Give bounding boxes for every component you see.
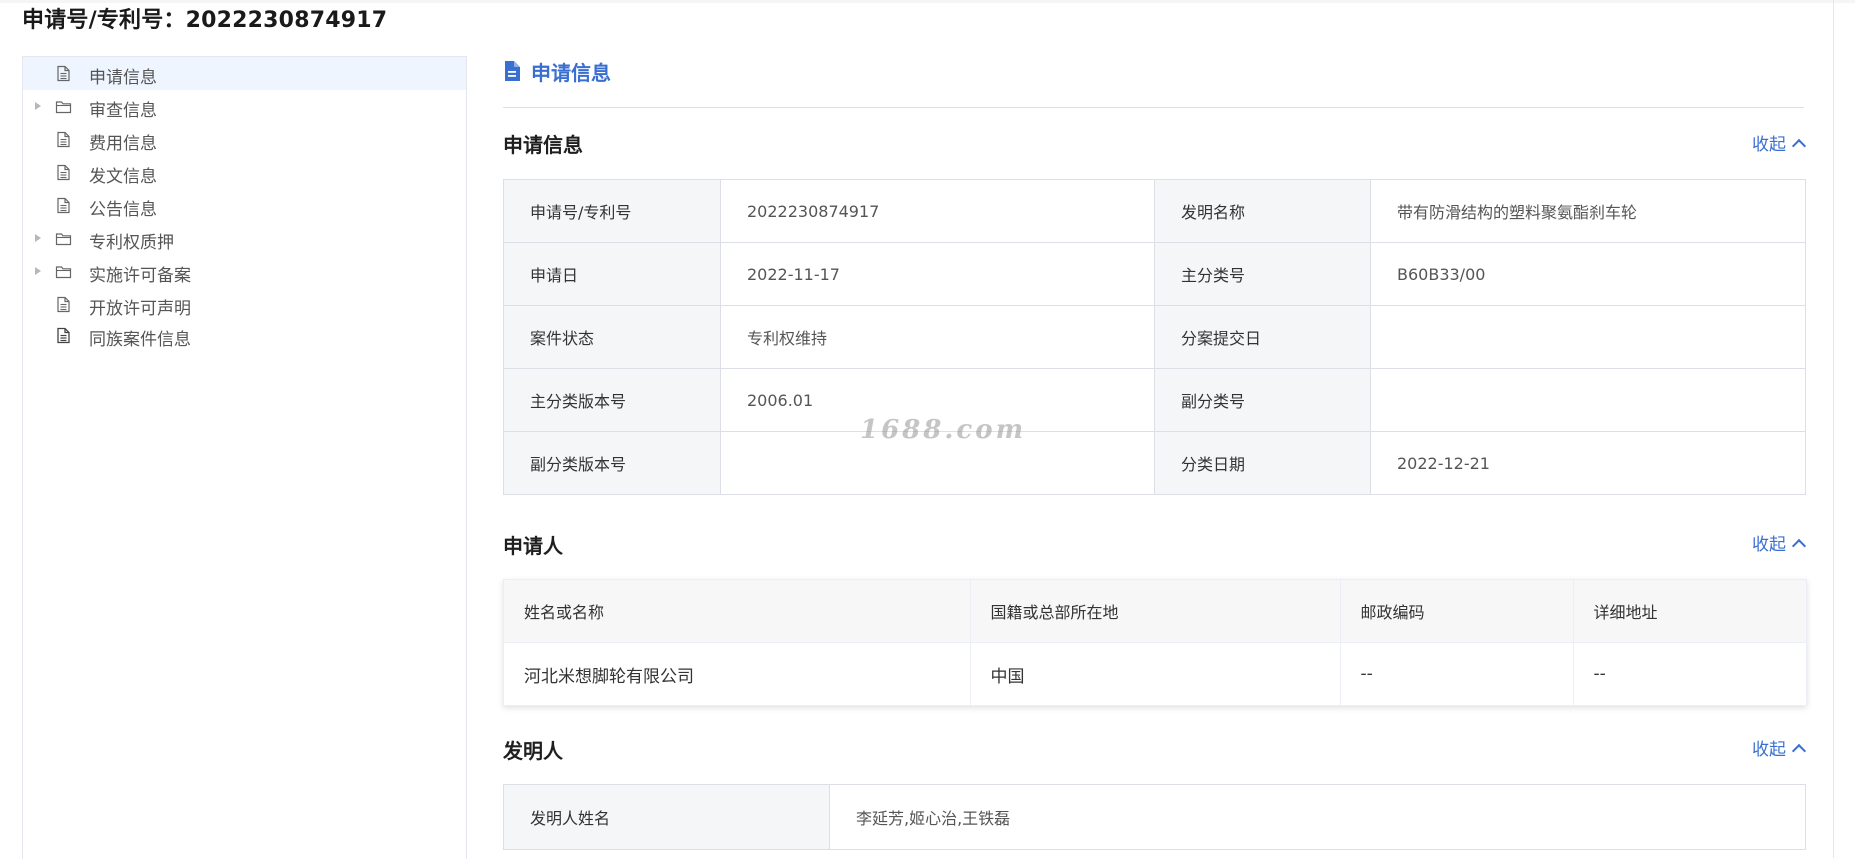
sidebar-item-label: 专利权质押 — [89, 233, 174, 253]
collapse-button-application[interactable]: 收起 — [1752, 130, 1807, 155]
right-divider — [1833, 0, 1834, 858]
field-label: 发明名称 — [1154, 179, 1371, 243]
field-value: 带有防滑结构的塑料聚氨酯刹车轮 — [1370, 179, 1806, 243]
sidebar-item-label: 实施许可备案 — [89, 266, 191, 286]
table-cell: -- — [1340, 642, 1574, 705]
sidebar-item-label: 申请信息 — [89, 68, 157, 88]
section-title-application: 申请信息 — [503, 133, 583, 157]
sidebar-item-open-license[interactable]: 开放许可声明 — [23, 288, 466, 321]
folder-icon — [55, 98, 72, 115]
field-value: B60B33/00 — [1370, 242, 1806, 306]
page-title: 申请号/专利号：2022230874917 — [22, 8, 388, 33]
watermark: 1688.com — [860, 415, 1027, 445]
collapse-button-inventor[interactable]: 收起 — [1752, 735, 1807, 760]
sidebar-item-application-info[interactable]: 申请信息 — [23, 57, 466, 90]
table-row: 发明人姓名 李延芳,姬心治,王铁磊 — [503, 784, 1806, 850]
section-title-applicant: 申请人 — [503, 534, 563, 558]
sidebar-item-announcement-info[interactable]: 公告信息 — [23, 189, 466, 222]
document-icon — [55, 164, 72, 181]
inventor-table: 发明人姓名 李延芳,姬心治,王铁磊 — [503, 784, 1806, 850]
application-info-table: 申请号/专利号 2022230874917 发明名称 带有防滑结构的塑料聚氨酯刹… — [503, 179, 1806, 495]
field-label: 副分类版本号 — [503, 431, 721, 495]
document-icon — [55, 65, 72, 82]
field-value: 李延芳,姬心治,王铁磊 — [829, 784, 1806, 850]
document-icon — [55, 296, 72, 313]
main-header-label: 申请信息 — [531, 60, 611, 85]
sidebar-item-examination-info[interactable]: 审查信息 — [23, 90, 466, 123]
field-value: 2022-12-21 — [1370, 431, 1806, 495]
chevron-up-icon — [1791, 743, 1807, 758]
column-header: 详细地址 — [1573, 580, 1806, 643]
document-icon — [55, 327, 72, 344]
main-header: 申请信息 — [503, 56, 611, 86]
field-label: 主分类版本号 — [503, 368, 721, 432]
table-row: 河北米想脚轮有限公司 中国 -- -- — [504, 642, 1806, 705]
field-label: 副分类号 — [1154, 368, 1371, 432]
sidebar-item-label: 同族案件信息 — [89, 330, 191, 350]
expand-caret-icon[interactable] — [35, 267, 41, 275]
section-title-inventor: 发明人 — [503, 739, 563, 763]
sidebar-item-label: 开放许可声明 — [89, 299, 191, 319]
field-label: 分案提交日 — [1154, 305, 1371, 369]
document-filled-icon — [503, 60, 521, 82]
document-icon — [55, 197, 72, 214]
document-icon — [55, 131, 72, 148]
collapse-label: 收起 — [1752, 535, 1786, 555]
table-row: 副分类版本号 分类日期 2022-12-21 — [503, 431, 1806, 495]
field-value — [1370, 305, 1806, 369]
sidebar-item-license-filing[interactable]: 实施许可备案 — [23, 255, 466, 288]
collapse-button-applicant[interactable]: 收起 — [1752, 530, 1807, 555]
field-value — [1370, 368, 1806, 432]
table-row: 申请号/专利号 2022230874917 发明名称 带有防滑结构的塑料聚氨酯刹… — [503, 179, 1806, 243]
column-header: 姓名或名称 — [504, 580, 971, 643]
field-value: 2022230874917 — [720, 179, 1155, 243]
sidebar-item-label: 发文信息 — [89, 167, 157, 187]
field-label: 主分类号 — [1154, 242, 1371, 306]
expand-caret-icon[interactable] — [35, 102, 41, 110]
table-cell: -- — [1593, 664, 1606, 684]
field-label: 申请日 — [503, 242, 721, 306]
table-cell: 中国 — [970, 642, 1341, 705]
field-value: 2022-11-17 — [720, 242, 1155, 306]
table-cell: 河北米想脚轮有限公司 — [504, 642, 971, 705]
column-header: 国籍或总部所在地 — [970, 580, 1341, 643]
field-label: 发明人姓名 — [503, 784, 830, 850]
applicant-card: 姓名或名称 国籍或总部所在地 邮政编码 详细地址 河北米想脚轮有限公司 中国 -… — [503, 579, 1807, 706]
table-row: 主分类版本号 2006.01 副分类号 — [503, 368, 1806, 432]
sidebar-item-fee-info[interactable]: 费用信息 — [23, 123, 466, 156]
field-label: 申请号/专利号 — [503, 179, 721, 243]
sidebar-item-label: 公告信息 — [89, 200, 157, 220]
sidebar-item-patent-pledge[interactable]: 专利权质押 — [23, 222, 466, 255]
expand-caret-icon[interactable] — [35, 234, 41, 242]
collapse-label: 收起 — [1752, 740, 1786, 760]
chevron-up-icon — [1791, 138, 1807, 153]
folder-icon — [55, 263, 72, 280]
chevron-up-icon — [1791, 538, 1807, 553]
table-row: 申请日 2022-11-17 主分类号 B60B33/00 — [503, 242, 1806, 306]
table-row: 案件状态 专利权维持 分案提交日 — [503, 305, 1806, 369]
sidebar-item-family-cases[interactable]: 同族案件信息 — [23, 319, 466, 352]
sidebar-item-dispatch-info[interactable]: 发文信息 — [23, 156, 466, 189]
column-header: 邮政编码 — [1340, 580, 1574, 643]
folder-icon — [55, 230, 72, 247]
applicant-table: 姓名或名称 国籍或总部所在地 邮政编码 详细地址 河北米想脚轮有限公司 中国 -… — [504, 580, 1806, 705]
sidebar-tree: 申请信息 审查信息 费用信息 发文信息 公告信息 专利权质押 实施许可备案 开放… — [22, 56, 467, 859]
header-divider — [503, 107, 1804, 108]
field-label: 案件状态 — [503, 305, 721, 369]
sidebar-item-label: 费用信息 — [89, 134, 157, 154]
field-label: 分类日期 — [1154, 431, 1371, 495]
field-value: 专利权维持 — [720, 305, 1155, 369]
table-header-row: 姓名或名称 国籍或总部所在地 邮政编码 详细地址 — [504, 580, 1806, 643]
sidebar-item-label: 审查信息 — [89, 101, 157, 121]
collapse-label: 收起 — [1752, 135, 1786, 155]
